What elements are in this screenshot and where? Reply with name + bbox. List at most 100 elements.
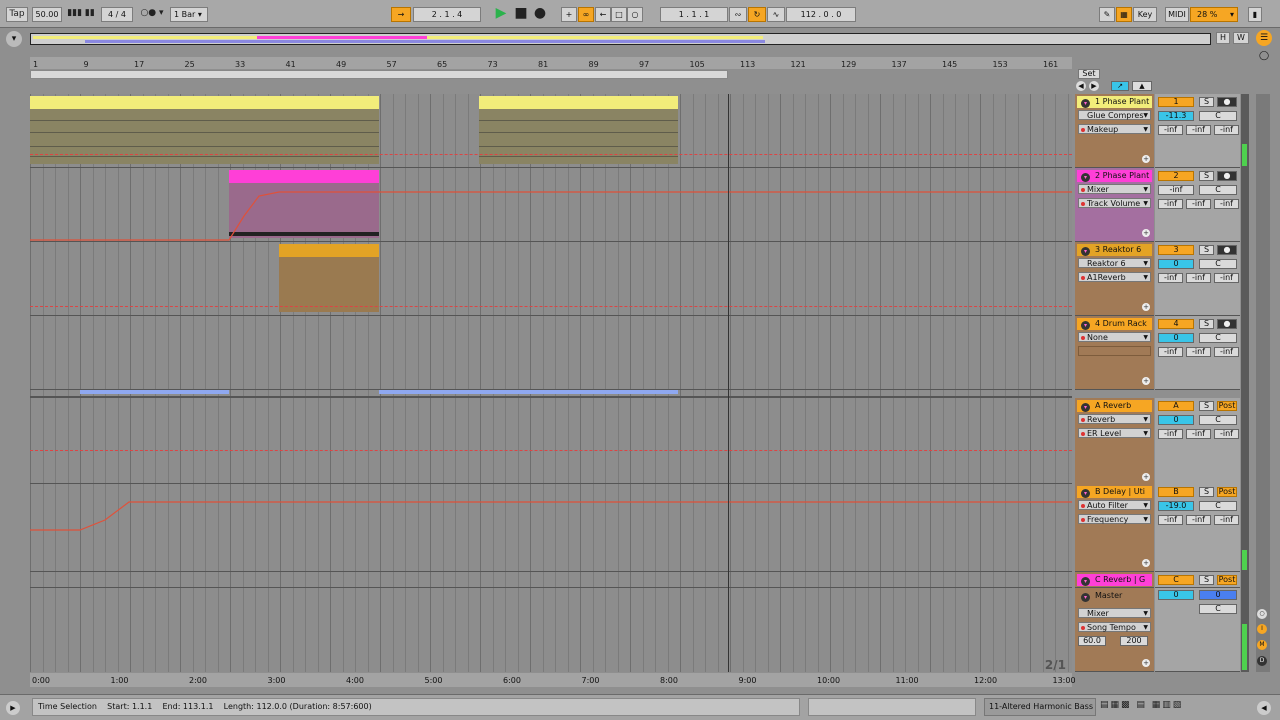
master-lane[interactable]: [30, 588, 1072, 672]
send-field[interactable]: -inf: [1158, 515, 1183, 525]
fold-icon[interactable]: ▾: [1081, 489, 1090, 498]
automation-arm-icon[interactable]: ∞: [578, 7, 594, 22]
automation-envelope[interactable]: [30, 168, 1072, 242]
solo-button[interactable]: S: [1199, 319, 1214, 329]
track-lane-2[interactable]: [30, 168, 1072, 242]
detail-toggle-icon[interactable]: ◀: [1257, 701, 1271, 715]
volume-field[interactable]: 0: [1158, 333, 1194, 343]
pan-field[interactable]: C: [1199, 259, 1237, 269]
send-field[interactable]: -inf: [1214, 429, 1239, 439]
device-chooser[interactable]: Mixer ▼: [1078, 184, 1151, 194]
arm-icon[interactable]: ●: [1217, 97, 1237, 107]
track-activator[interactable]: C: [1158, 575, 1194, 585]
record-icon[interactable]: ●: [532, 6, 548, 22]
send-field[interactable]: -inf: [1186, 429, 1211, 439]
send-field[interactable]: -inf: [1214, 515, 1239, 525]
track-name[interactable]: ▾ 1 Phase Plant: [1077, 96, 1152, 108]
sends-toggle-icon[interactable]: M: [1257, 640, 1267, 650]
pan-field[interactable]: C: [1199, 111, 1237, 121]
follow-icon[interactable]: ○● ▾: [136, 7, 168, 22]
track-header[interactable]: ▾ B Delay | Uti Auto Filter ▼ Frequency ▼ +: [1075, 484, 1154, 572]
arm-icon[interactable]: ●: [1217, 319, 1237, 329]
track-activator[interactable]: A: [1158, 401, 1194, 411]
track-header[interactable]: ▾ 2 Phase Plant Mixer ▼ Track Volume ▼ +: [1075, 168, 1154, 242]
add-lane-icon[interactable]: +: [1142, 559, 1150, 567]
fold-icon[interactable]: ▾: [1081, 247, 1090, 256]
device-chooser[interactable]: None ▼: [1078, 332, 1151, 342]
track-header[interactable]: ▾ 3 Reaktor 6 Reaktor 6 ▼ A1Reverb ▼ +: [1075, 242, 1154, 316]
track-activator[interactable]: 1: [1158, 97, 1194, 107]
pan-field[interactable]: C: [1199, 604, 1237, 614]
pan-field[interactable]: C: [1199, 415, 1237, 425]
loop-start-field[interactable]: 1 . 1 . 1: [660, 7, 728, 22]
tap-tempo-button[interactable]: Tap: [6, 7, 28, 22]
return-lane-c[interactable]: [30, 572, 1072, 588]
send-field[interactable]: -inf: [1186, 199, 1211, 209]
automation-max[interactable]: 200: [1120, 636, 1148, 646]
overview-w-button[interactable]: W: [1233, 32, 1249, 44]
return-lane-b[interactable]: [30, 484, 1072, 572]
track-name[interactable]: ▾ C Reverb | G: [1077, 574, 1152, 586]
parameter-chooser[interactable]: Makeup ▼: [1078, 124, 1151, 134]
send-field[interactable]: -inf: [1158, 347, 1183, 357]
loop-brace[interactable]: [30, 70, 728, 79]
send-field[interactable]: -inf: [1214, 125, 1239, 135]
add-lane-icon[interactable]: +: [1142, 303, 1150, 311]
parameter-chooser[interactable]: Frequency ▼: [1078, 514, 1151, 524]
track-name[interactable]: ▾ Master: [1077, 590, 1152, 602]
midi-clip[interactable]: [279, 244, 379, 312]
fold-icon[interactable]: ▾: [1081, 173, 1090, 182]
track-activator[interactable]: 3: [1158, 245, 1194, 255]
volume-field[interactable]: 0: [1158, 415, 1194, 425]
track-header[interactable]: ▾ A Reverb Reverb ▼ ER Level ▼ +: [1075, 398, 1154, 486]
view-toggle-icons[interactable]: ▤▦▩ ▤ ▦▥▧: [1100, 700, 1250, 714]
previous-locator-icon[interactable]: ◀: [1076, 81, 1086, 91]
arrangement-overview[interactable]: [30, 33, 1211, 45]
send-field[interactable]: -inf: [1158, 199, 1183, 209]
play-icon[interactable]: ▶: [493, 6, 509, 22]
volume-field[interactable]: -11.3: [1158, 111, 1194, 121]
track-header[interactable]: ▾ 1 Phase Plant Glue Compres ▼ Makeup ▼ +: [1075, 94, 1154, 168]
pan-field[interactable]: C: [1199, 185, 1237, 195]
metronome-icon[interactable]: ▮▮▮ ▮▮: [66, 7, 96, 22]
solo-button[interactable]: S: [1199, 575, 1214, 585]
overdub-icon[interactable]: +: [561, 7, 577, 22]
parameter-chooser[interactable]: [1078, 346, 1151, 356]
solo-button[interactable]: S: [1199, 245, 1214, 255]
stop-icon[interactable]: ■: [513, 6, 529, 22]
solo-button[interactable]: S: [1199, 97, 1214, 107]
track-name[interactable]: ▾ 4 Drum Rack: [1077, 318, 1152, 330]
add-lane-icon[interactable]: +: [1142, 377, 1150, 385]
arm-icon[interactable]: ●: [1217, 171, 1237, 181]
device-chooser[interactable]: Glue Compres ▼: [1078, 110, 1151, 120]
fold-icon[interactable]: ▾: [1081, 99, 1090, 108]
arrangement-position-icon[interactable]: →: [391, 7, 411, 22]
track-lane-1[interactable]: [30, 94, 1072, 168]
send-field[interactable]: -inf: [1158, 273, 1183, 283]
parameter-chooser[interactable]: A1Reverb ▼: [1078, 272, 1151, 282]
volume-field[interactable]: 0: [1158, 259, 1194, 269]
solo-button[interactable]: S: [1199, 171, 1214, 181]
track-name[interactable]: ▾ 3 Reaktor 6: [1077, 244, 1152, 256]
collapsed-clip[interactable]: [80, 390, 229, 394]
track-name[interactable]: ▾ B Delay | Uti: [1077, 486, 1152, 498]
punch-in-icon[interactable]: ∾: [729, 7, 747, 22]
track-name[interactable]: ▾ 2 Phase Plant: [1077, 170, 1152, 182]
send-field[interactable]: -inf: [1186, 273, 1211, 283]
track-lane-4[interactable]: [30, 316, 1072, 390]
computer-keyboard-icon[interactable]: ▦: [1116, 7, 1132, 22]
track-header[interactable]: ▾ C Reverb | G: [1075, 572, 1154, 588]
arm-icon[interactable]: ●: [1217, 245, 1237, 255]
post-button[interactable]: Post: [1217, 401, 1237, 411]
parameter-chooser[interactable]: Song Tempo ▼: [1078, 622, 1151, 632]
add-lane-icon[interactable]: +: [1142, 659, 1150, 667]
tempo-field[interactable]: 50.00: [32, 7, 62, 22]
pencil-automation-icon[interactable]: ↗: [1111, 81, 1129, 91]
punch-out-icon[interactable]: ∿: [767, 7, 785, 22]
fold-icon[interactable]: ▾: [1081, 593, 1090, 602]
delay-toggle-icon[interactable]: D: [1257, 656, 1267, 666]
midi-map-button[interactable]: MIDI: [1165, 7, 1189, 22]
session-record-icon[interactable]: ○: [627, 7, 643, 22]
io-icon[interactable]: ◯: [1256, 48, 1272, 64]
send-field[interactable]: -inf: [1158, 125, 1183, 135]
